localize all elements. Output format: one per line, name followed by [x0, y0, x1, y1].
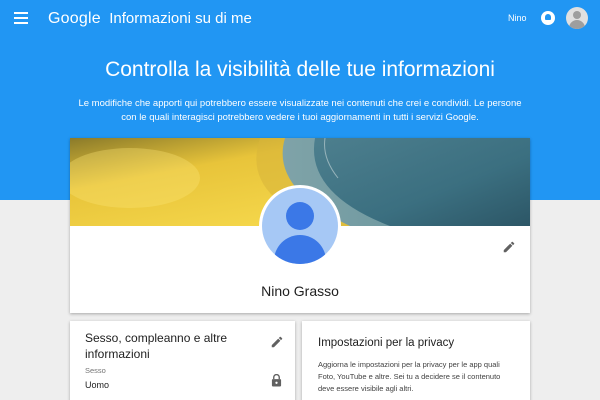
privacy-description: Aggiorna le impostazioni per la privacy …	[318, 360, 501, 393]
privacy-card[interactable]: Impostazioni per la privacy Aggiorna le …	[302, 321, 530, 400]
basic-info-title: Sesso, compleanno e altre informazioni	[85, 331, 228, 361]
page-description: Le modifiche che apporti qui potrebbero …	[78, 98, 522, 123]
profile-card: Nino Grasso	[70, 138, 530, 313]
lock-icon[interactable]	[271, 374, 282, 387]
basic-info-card: Sesso, compleanno e altre informazioni S…	[70, 321, 295, 400]
gender-label: Sesso	[85, 366, 106, 375]
page-headline: Controlla la visibilità delle tue inform…	[105, 58, 495, 81]
notifications-icon[interactable]	[541, 11, 555, 25]
user-name[interactable]: Nino	[508, 13, 527, 23]
profile-name: Nino Grasso	[261, 283, 339, 299]
menu-icon[interactable]	[14, 12, 28, 24]
gender-value: Uomo	[85, 380, 110, 390]
app-brand[interactable]: Google Informazioni su di me	[48, 10, 252, 28]
edit-profile-pencil-icon[interactable]	[502, 240, 516, 254]
top-app-bar: Google Informazioni su di me Nino	[0, 0, 600, 38]
profile-avatar[interactable]	[259, 185, 341, 267]
app-title: Informazioni su di me	[109, 10, 252, 27]
privacy-title: Impostazioni per la privacy	[318, 337, 455, 349]
edit-basic-info-pencil-icon[interactable]	[270, 335, 284, 349]
account-avatar-icon[interactable]	[566, 7, 588, 29]
google-logo-text: Google	[48, 10, 101, 27]
